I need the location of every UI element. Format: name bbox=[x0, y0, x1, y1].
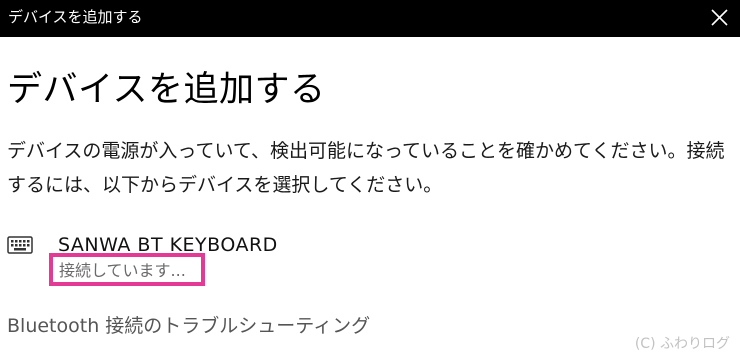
close-button[interactable] bbox=[698, 0, 740, 37]
bluetooth-troubleshoot-link[interactable]: Bluetooth 接続のトラブルシューティング bbox=[7, 313, 370, 339]
connection-status-highlight: 接続しています... bbox=[49, 253, 205, 286]
close-icon bbox=[711, 9, 728, 26]
window-title: デバイスを追加する bbox=[8, 8, 143, 26]
title-bar: デバイスを追加する bbox=[0, 0, 740, 37]
keyboard-icon bbox=[7, 236, 33, 254]
watermark: (C) ふわりログ bbox=[634, 336, 730, 352]
connection-status: 接続しています... bbox=[59, 261, 186, 280]
instruction-text: デバイスの電源が入っていて、検出可能になっていることを確かめてください。接続する… bbox=[7, 140, 725, 196]
page-heading: デバイスを追加する bbox=[7, 70, 326, 110]
